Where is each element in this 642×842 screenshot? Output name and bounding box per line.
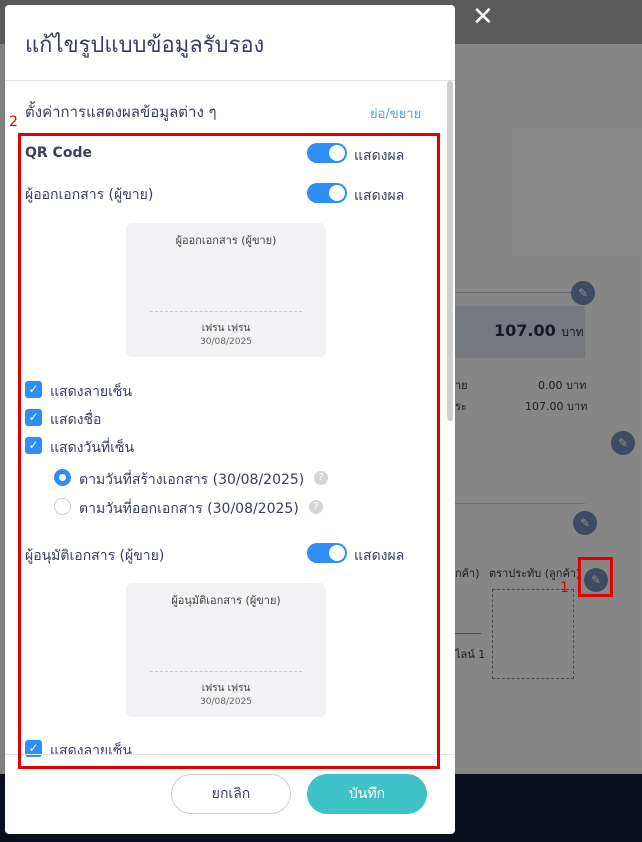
modal-title: แก้ไขรูปแบบข้อมูลรับรอง: [25, 33, 265, 58]
scrollbar[interactable]: [447, 81, 453, 421]
close-icon[interactable]: ✕: [472, 4, 494, 30]
highlight-edit-button: [578, 557, 613, 597]
save-button[interactable]: บันทึก: [307, 774, 427, 814]
cancel-button[interactable]: ยกเลิก: [171, 774, 291, 814]
highlight-settings-area: [18, 133, 440, 769]
collapse-toggle-link[interactable]: ย่อ/ขยาย: [370, 103, 421, 124]
section-title: ตั้งค่าการแสดงผลข้อมูลต่าง ๆ: [25, 103, 217, 121]
annotation-marker-2: 2: [9, 114, 18, 130]
divider: [5, 80, 455, 81]
annotation-marker-1: 1: [560, 580, 569, 596]
